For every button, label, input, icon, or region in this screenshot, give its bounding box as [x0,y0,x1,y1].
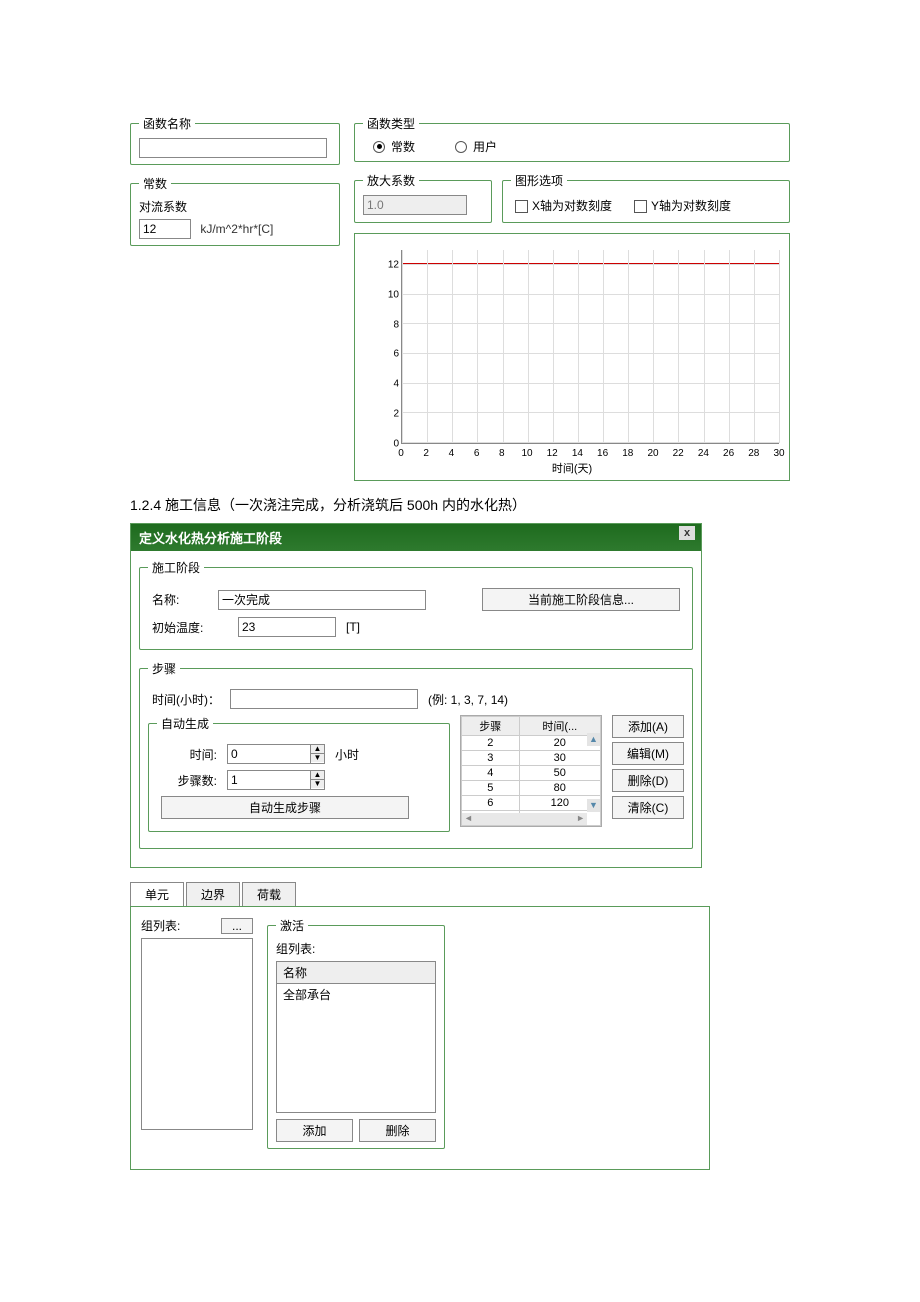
stage-group: 施工阶段 名称: 当前施工阶段信息... 初始温度: [T] [139,559,693,650]
table-row[interactable]: 580 [462,781,601,796]
activate-delete-button[interactable]: 删除 [359,1119,436,1142]
steps-table[interactable]: 步骤时间(... 22033045058061207170 ▲ ▼ [460,715,602,827]
col-step[interactable]: 步骤 [462,717,520,736]
close-icon[interactable]: x [679,526,695,540]
init-temp-input[interactable] [238,617,336,637]
spin-down-icon[interactable]: ▼ [311,780,324,788]
section-heading: 1.2.4 施工信息（一次浇注完成，分析浇筑后 500h 内的水化热） [130,495,790,515]
func-name-legend: 函数名称 [139,115,195,132]
group-list-label: 组列表: [141,917,180,934]
activate-add-button[interactable]: 添加 [276,1119,353,1142]
amp-group: 放大系数 [354,172,492,223]
browse-button[interactable]: ... [221,918,253,934]
time-hours-input[interactable] [230,689,418,709]
clear-button[interactable]: 清除(C) [612,796,684,819]
func-name-group: 函数名称 [130,115,340,165]
stage-name-label: 名称: [152,591,208,608]
tab-bar: 单元 边界 荷载 [130,882,690,906]
scroll-down-icon[interactable]: ▼ [587,799,600,812]
scroll-horizontal[interactable] [462,813,587,825]
spin-down-icon[interactable]: ▼ [311,754,324,762]
func-type-group: 函数类型 常数 用户 [354,115,790,162]
table-row[interactable]: 330 [462,751,601,766]
stage-name-input[interactable] [218,590,426,610]
activate-legend: 激活 [276,917,308,934]
tab-boundary[interactable]: 边界 [186,882,240,906]
table-row[interactable]: 6120 [462,796,601,811]
amp-legend: 放大系数 [363,172,419,189]
tab-element[interactable]: 单元 [130,882,184,906]
table-row[interactable]: 450 [462,766,601,781]
group-listbox[interactable] [141,938,253,1130]
auto-time-label: 时间: [161,746,217,763]
func-name-input[interactable] [139,138,327,158]
dialog-titlebar: 定义水化热分析施工阶段 x [131,524,701,551]
stage-dialog: 定义水化热分析施工阶段 x 施工阶段 名称: 当前施工阶段信息... 初始温度:… [130,523,702,868]
init-temp-label: 初始温度: [152,619,228,636]
checkbox-icon [515,200,528,213]
constant-group: 常数 对流系数 kJ/m^2*hr*[C] [130,175,340,246]
conv-coef-input[interactable] [139,219,191,239]
delete-button[interactable]: 删除(D) [612,769,684,792]
graph-opt-group: 图形选项 X轴为对数刻度 Y轴为对数刻度 [502,172,790,223]
chart-area: 024681012 024681012141618202224262830 时间… [354,233,790,481]
activate-list-label: 组列表: [276,940,436,957]
scroll-up-icon[interactable]: ▲ [587,733,600,746]
stage-info-button[interactable]: 当前施工阶段信息... [482,588,680,611]
radio-user[interactable]: 用户 [455,138,497,155]
add-button[interactable]: 添加(A) [612,715,684,738]
auto-time-unit: 小时 [335,746,359,763]
list-item[interactable]: 全部承台 [277,984,435,1005]
checkbox-icon [634,200,647,213]
auto-count-stepper[interactable]: ▲▼ [227,770,325,790]
edit-button[interactable]: 编辑(M) [612,742,684,765]
graph-opt-legend: 图形选项 [511,172,567,189]
constant-legend: 常数 [139,175,171,192]
conv-coef-unit: kJ/m^2*hr*[C] [200,222,273,236]
stage-legend: 施工阶段 [148,559,204,576]
auto-gen-button[interactable]: 自动生成步骤 [161,796,409,819]
time-example: (例: 1, 3, 7, 14) [428,691,508,708]
activate-list-header: 名称 [277,962,435,984]
radio-constant[interactable]: 常数 [373,138,415,155]
auto-time-stepper[interactable]: ▲▼ [227,744,325,764]
amp-input [363,195,467,215]
init-temp-unit: [T] [346,620,360,634]
func-type-legend: 函数类型 [363,115,419,132]
time-hours-label: 时间(小时)： [152,691,220,708]
cb-xlog[interactable]: X轴为对数刻度 [515,197,612,214]
tab-load[interactable]: 荷载 [242,882,296,906]
chart-xlabel: 时间(天) [355,460,789,476]
steps-group: 步骤 时间(小时)： (例: 1, 3, 7, 14) 自动生成 时间: ▲▼ … [139,660,693,849]
conv-coef-label: 对流系数 [139,198,187,215]
steps-legend: 步骤 [148,660,180,677]
tab-pane-element: 组列表: ... 激活 组列表: 名称 全部承台 添加 删除 [130,906,710,1170]
auto-gen-legend: 自动生成 [157,715,213,732]
cb-ylog[interactable]: Y轴为对数刻度 [634,197,731,214]
activate-listbox[interactable]: 名称 全部承台 [276,961,436,1113]
auto-count-label: 步骤数: [161,772,217,789]
radio-dot-icon [373,141,385,153]
auto-gen-group: 自动生成 时间: ▲▼ 小时 步骤数: ▲▼ 自动生成步骤 [148,715,450,832]
radio-icon [455,141,467,153]
table-row[interactable]: 220 [462,736,601,751]
activate-group: 激活 组列表: 名称 全部承台 添加 删除 [267,917,445,1149]
